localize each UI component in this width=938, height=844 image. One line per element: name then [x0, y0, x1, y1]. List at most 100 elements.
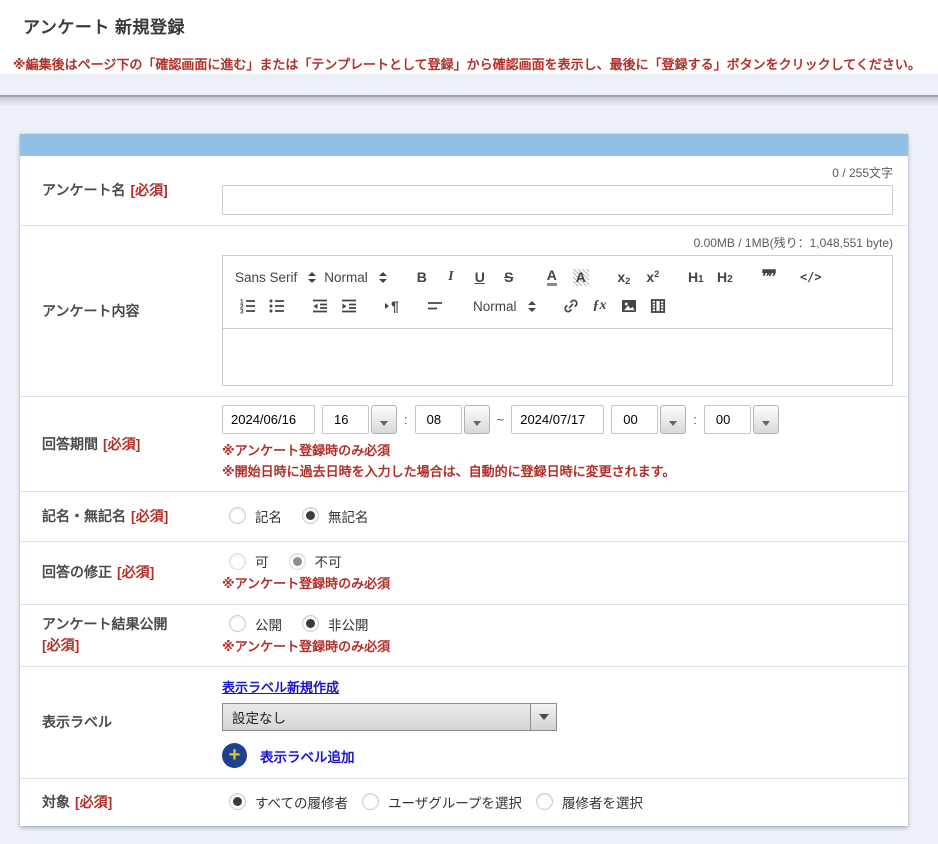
radio-modifiable[interactable] [229, 553, 246, 570]
picker-arrows-icon [308, 272, 316, 283]
code-block-button[interactable]: </> [798, 265, 824, 289]
spinner-down-icon [669, 421, 677, 426]
required-mark: [必須] [117, 564, 154, 580]
range-separator: ~ [497, 412, 505, 427]
radio-named[interactable] [229, 507, 246, 524]
time-separator: : [693, 412, 697, 427]
link-button[interactable] [558, 294, 584, 318]
rich-text-editor: Sans Serif Normal B I U S A [222, 255, 893, 386]
blockquote-button[interactable]: ❞❞ [755, 265, 781, 289]
superscript-button[interactable]: x2 [640, 265, 666, 289]
bullet-list-button[interactable] [264, 294, 290, 318]
survey-name-input[interactable] [222, 185, 893, 215]
spinner-down-icon [380, 421, 388, 426]
font-picker[interactable]: Sans Serif [235, 270, 316, 285]
anonymity-label: 記名・無記名[必須] [42, 506, 168, 527]
italic-button[interactable]: I [438, 265, 464, 289]
plus-icon [229, 745, 241, 765]
page-header: アンケート 新規登録 ※編集後はページ下の「確認画面に進む」または「テンプレート… [0, 0, 938, 74]
size-picker[interactable]: Normal [473, 299, 536, 314]
align-icon [426, 297, 444, 315]
start-minute-spinner-button[interactable] [464, 405, 490, 434]
main-area: アンケート名[必須] 0 / 255文字 アンケート内容 0.00MB / 1M… [0, 106, 938, 844]
end-minute-spinner [704, 405, 779, 434]
display-label-select-value: 設定なし [223, 707, 530, 727]
text-direction-button[interactable]: ¶ [379, 294, 405, 318]
header-1-button[interactable]: H1 [683, 265, 709, 289]
row-survey-name: アンケート名[必須] 0 / 255文字 [20, 156, 908, 226]
align-button[interactable] [422, 294, 448, 318]
dropdown-arrow-icon [539, 714, 549, 720]
heading-picker[interactable]: Normal [324, 270, 387, 285]
time-separator: : [404, 412, 408, 427]
required-mark: [必須] [75, 794, 112, 810]
add-display-label-button[interactable] [222, 743, 247, 768]
answer-modification-label: 回答の修正[必須] [42, 562, 154, 583]
required-mark: [必須] [131, 508, 168, 524]
text-color-button[interactable]: A [539, 265, 565, 289]
select-dropdown-button[interactable] [530, 704, 556, 730]
modification-note: ※アンケート登録時のみ必須 [222, 574, 893, 594]
answer-period-label: 回答期間[必須] [42, 434, 140, 455]
radio-named-label: 記名 [255, 506, 282, 526]
image-button[interactable] [616, 294, 642, 318]
background-color-button[interactable]: A [568, 265, 594, 289]
size-counter: 0.00MB / 1MB(残り：1,048,551 byte) [222, 234, 893, 251]
end-date-input[interactable] [511, 405, 604, 434]
end-hour-spinner [611, 405, 686, 434]
spinner-down-icon [762, 421, 770, 426]
row-results-publication: アンケート結果公開[必須] 公開 非公開 ※アンケート登録時のみ必須 [20, 605, 908, 668]
end-minute-input[interactable] [704, 405, 751, 434]
end-hour-spinner-button[interactable] [660, 405, 686, 434]
required-mark: [必須] [130, 182, 167, 198]
header-2-button[interactable]: H2 [712, 265, 738, 289]
add-display-label-link[interactable]: 表示ラベル追加 [260, 746, 355, 766]
end-hour-input[interactable] [611, 405, 658, 434]
radio-public[interactable] [229, 615, 246, 632]
start-hour-spinner [322, 405, 397, 434]
picker-arrows-icon [528, 301, 536, 312]
start-minute-input[interactable] [415, 405, 462, 434]
subscript-button[interactable]: x2 [611, 265, 637, 289]
display-label-label: 表示ラベル [42, 712, 112, 733]
row-display-label: 表示ラベル 表示ラベル新規作成 設定なし 表示ラベル追加 [20, 667, 908, 779]
radio-anonymous-label: 無記名 [328, 506, 369, 526]
period-note-1: ※アンケート登録時のみ必須 [222, 441, 893, 461]
formula-button[interactable]: ƒx [587, 294, 613, 318]
target-label: 対象[必須] [42, 792, 112, 813]
survey-content-label: アンケート内容 [42, 301, 139, 322]
radio-all-students[interactable] [229, 793, 246, 810]
radio-user-group[interactable] [362, 793, 379, 810]
start-hour-spinner-button[interactable] [371, 405, 397, 434]
picker-arrows-icon [379, 272, 387, 283]
editor-area[interactable] [223, 329, 892, 385]
header-divider-shadow [0, 97, 938, 106]
radio-private-label: 非公開 [328, 614, 369, 634]
survey-name-label: アンケート名[必須] [42, 180, 168, 201]
indent-button[interactable] [336, 294, 362, 318]
image-icon [620, 297, 638, 315]
create-display-label-link[interactable]: 表示ラベル新規作成 [222, 677, 339, 696]
radio-private[interactable] [302, 615, 319, 632]
radio-select-students-label: 履修者を選択 [562, 792, 643, 812]
display-label-select[interactable]: 設定なし [222, 703, 557, 731]
editor-toolbar: Sans Serif Normal B I U S A [223, 256, 892, 329]
radio-anonymous[interactable] [302, 507, 319, 524]
radio-not-modifiable-label: 不可 [315, 551, 342, 571]
page-notice: ※編集後はページ下の「確認画面に進む」または「テンプレートとして登録」から確認画… [13, 56, 925, 74]
row-anonymity: 記名・無記名[必須] 記名 無記名 [20, 492, 908, 542]
start-date-input[interactable] [222, 405, 315, 434]
link-icon [562, 297, 580, 315]
underline-button[interactable]: U [467, 265, 493, 289]
end-minute-spinner-button[interactable] [753, 405, 779, 434]
start-hour-input[interactable] [322, 405, 369, 434]
ordered-list-button[interactable]: 123 [235, 294, 261, 318]
outdent-icon [311, 297, 329, 315]
radio-not-modifiable[interactable] [289, 553, 306, 570]
radio-select-students[interactable] [536, 793, 553, 810]
bold-button[interactable]: B [409, 265, 435, 289]
outdent-button[interactable] [307, 294, 333, 318]
radio-all-students-label: すべての履修者 [255, 792, 348, 812]
video-button[interactable] [645, 294, 671, 318]
strike-button[interactable]: S [496, 265, 522, 289]
